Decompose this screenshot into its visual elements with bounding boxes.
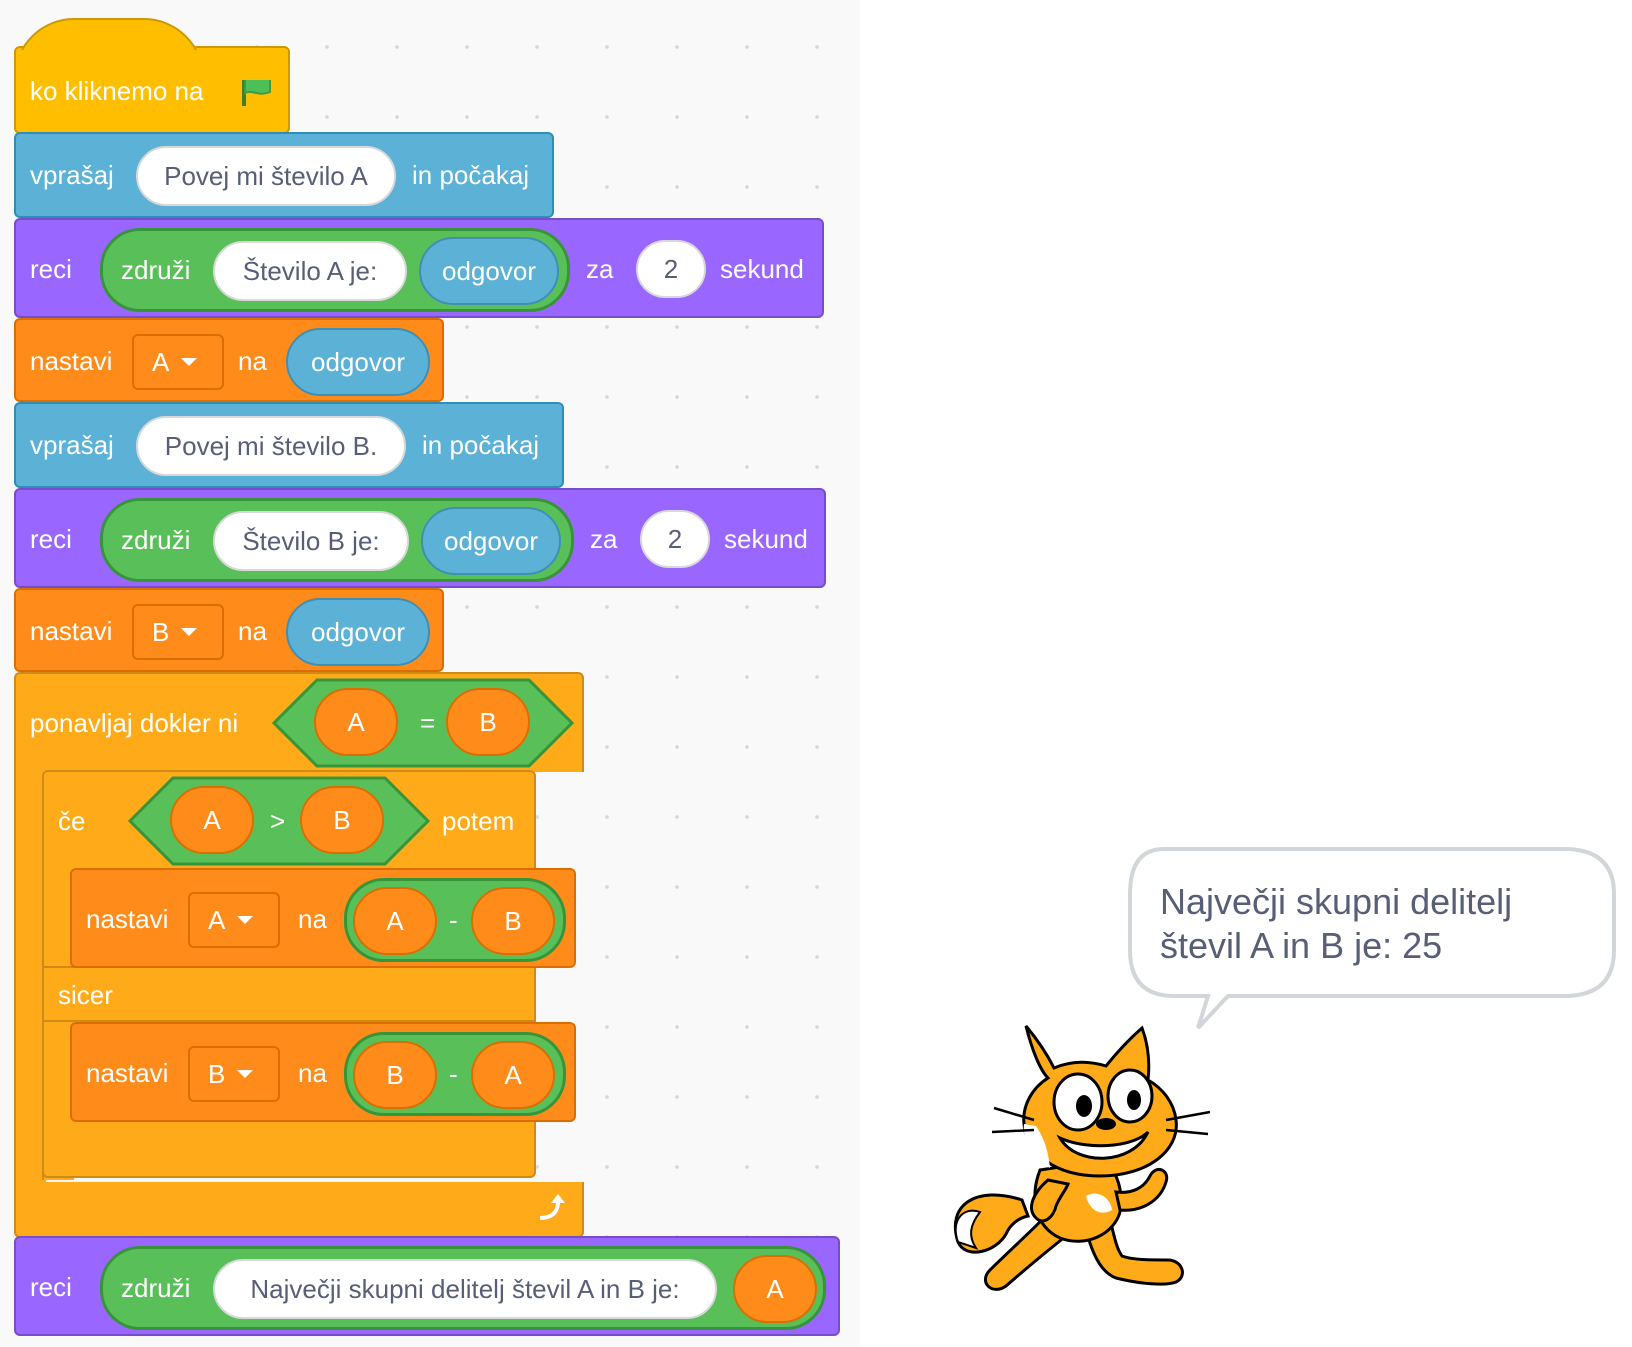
- answer-reporter[interactable]: odgovor: [421, 507, 561, 575]
- minus-sign: -: [449, 905, 458, 935]
- set-label: nastavi: [30, 346, 113, 376]
- speech-line-2: števil A in B je: 25: [1160, 925, 1443, 966]
- variable-reporter-b[interactable]: B: [353, 1041, 437, 1109]
- set-na-label: na: [298, 904, 327, 934]
- subtract-operator[interactable]: A - B: [344, 878, 566, 962]
- say-za-label: za: [590, 524, 618, 554]
- subtract-operator[interactable]: B - A: [344, 1032, 566, 1116]
- set-na-label: na: [298, 1058, 327, 1088]
- else-section: sicer: [42, 966, 536, 1022]
- equals-sign: =: [420, 708, 436, 738]
- repeat-label: ponavljaj dokler ni: [30, 708, 239, 738]
- set-label: nastavi: [86, 1058, 169, 1088]
- dropdown-value: B: [208, 1058, 226, 1089]
- ask-and-wait-block-a[interactable]: vprašaj Povej mi število A in počakaj: [14, 132, 554, 218]
- then-label: potem: [442, 806, 515, 836]
- say-for-secs-block-a[interactable]: reci združi Število A je: odgovor za 2 s…: [14, 218, 824, 318]
- speech-text: Največji skupni delitelj števil A in B j…: [1160, 880, 1600, 968]
- say-result-block[interactable]: reci združi Največji skupni delitelj šte…: [14, 1236, 840, 1336]
- answer-reporter[interactable]: odgovor: [286, 598, 430, 666]
- if-label: če: [58, 806, 86, 836]
- dropdown-value: A: [152, 346, 170, 377]
- say-label: reci: [30, 1272, 72, 1302]
- set-variable-block-a[interactable]: nastavi A na odgovor: [14, 318, 444, 402]
- set-na-label: na: [238, 346, 267, 376]
- chevron-down-icon: [237, 1070, 254, 1078]
- question-input-a[interactable]: Povej mi število A: [136, 146, 396, 206]
- variable-dropdown-b[interactable]: B: [132, 604, 224, 660]
- join-reporter-b[interactable]: združi Število B je: odgovor: [100, 498, 574, 582]
- speech-line-1: Največji skupni delitelj: [1160, 881, 1513, 922]
- chevron-down-icon: [181, 358, 198, 366]
- variable-reporter-a[interactable]: A: [314, 688, 398, 756]
- join-reporter-final[interactable]: združi Največji skupni delitelj števil A…: [100, 1246, 826, 1330]
- seconds-input-a[interactable]: 2: [636, 240, 706, 298]
- join-text-input-a[interactable]: Število A je:: [213, 241, 407, 301]
- question-input-b[interactable]: Povej mi število B.: [136, 416, 406, 476]
- dropdown-value: A: [208, 904, 226, 935]
- minus-sign: -: [449, 1059, 458, 1089]
- else-label: sicer: [58, 980, 113, 1010]
- variable-dropdown-a[interactable]: A: [132, 334, 224, 390]
- variable-reporter-a[interactable]: A: [471, 1041, 555, 1109]
- say-label: reci: [30, 524, 72, 554]
- set-label: nastavi: [30, 616, 113, 646]
- chevron-down-icon: [237, 916, 254, 924]
- variable-dropdown-a[interactable]: A: [188, 892, 280, 948]
- seconds-input-b[interactable]: 2: [640, 510, 710, 568]
- ask-suffix: in počakaj: [412, 160, 530, 190]
- chevron-down-icon: [181, 628, 198, 636]
- scratch-cat-sprite[interactable]: [936, 1020, 1226, 1310]
- answer-reporter[interactable]: odgovor: [419, 237, 559, 305]
- variable-reporter-b[interactable]: B: [446, 688, 530, 756]
- hat-cap-fill: [16, 50, 288, 80]
- repeat-until-top[interactable]: ponavljaj dokler ni A = B: [14, 672, 584, 772]
- set-na-label: na: [238, 616, 267, 646]
- ask-label: vprašaj: [30, 430, 114, 460]
- if-else-bottom: [42, 1120, 536, 1178]
- loop-arrow-icon: [539, 1194, 565, 1220]
- join-label: združi: [121, 255, 191, 285]
- repeat-until-bottom: [14, 1182, 584, 1238]
- greater-than-sign: >: [270, 806, 286, 836]
- set-label: nastavi: [86, 904, 169, 934]
- variable-reporter-a[interactable]: A: [353, 887, 437, 955]
- variable-reporter-a[interactable]: A: [170, 786, 254, 854]
- set-a-to-difference-block[interactable]: nastavi A na A - B: [70, 868, 576, 968]
- set-variable-block-b[interactable]: nastavi B na odgovor: [14, 588, 444, 672]
- set-b-to-difference-block[interactable]: nastavi B na B - A: [70, 1022, 576, 1122]
- join-text-input-final[interactable]: Največji skupni delitelj števil A in B j…: [213, 1259, 717, 1319]
- variable-reporter-b[interactable]: B: [471, 887, 555, 955]
- join-label: združi: [121, 525, 191, 555]
- code-workspace[interactable]: ko kliknemo na vprašaj Povej mi število …: [0, 0, 860, 1347]
- join-label: združi: [121, 1273, 191, 1303]
- ask-and-wait-block-b[interactable]: vprašaj Povej mi število B. in počakaj: [14, 402, 564, 488]
- variable-reporter-a[interactable]: A: [733, 1255, 817, 1323]
- hat-label: ko kliknemo na: [30, 76, 204, 106]
- join-text-input-b[interactable]: Število B je:: [213, 511, 409, 571]
- join-reporter-a[interactable]: združi Število A je: odgovor: [100, 228, 570, 312]
- answer-reporter[interactable]: odgovor: [286, 328, 430, 396]
- variable-dropdown-b[interactable]: B: [188, 1046, 280, 1102]
- dropdown-value: B: [152, 616, 170, 647]
- ask-label: vprašaj: [30, 160, 114, 190]
- say-za-label: za: [586, 254, 614, 284]
- if-else-top[interactable]: če A > B potem: [42, 770, 536, 870]
- stage-area: Največji skupni delitelj števil A in B j…: [860, 0, 1632, 1347]
- ask-suffix: in počakaj: [422, 430, 540, 460]
- say-unit-label: sekund: [724, 524, 808, 554]
- variable-reporter-b[interactable]: B: [300, 786, 384, 854]
- say-unit-label: sekund: [720, 254, 804, 284]
- say-label: reci: [30, 254, 72, 284]
- say-for-secs-block-b[interactable]: reci združi Število B je: odgovor za 2 s…: [14, 488, 826, 588]
